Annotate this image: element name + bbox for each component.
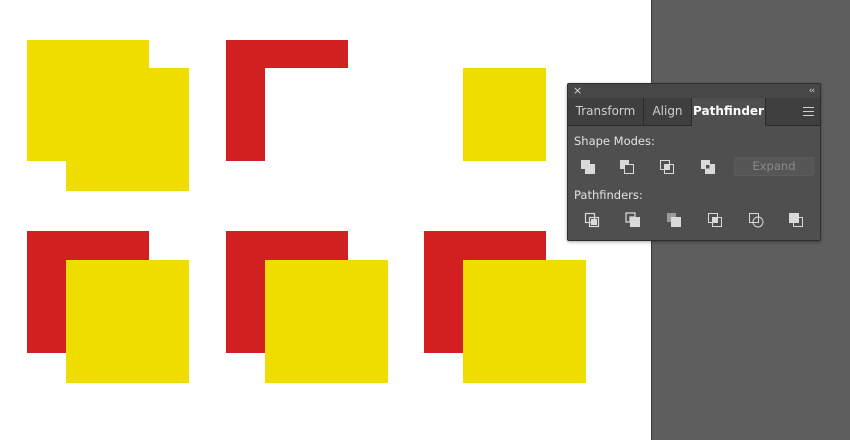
collapse-icon[interactable]: ‹‹: [809, 84, 815, 98]
source-pair-2-yellow-square[interactable]: [265, 260, 388, 383]
minus-front-result-top[interactable]: [226, 40, 348, 68]
merge-icon[interactable]: [663, 209, 685, 231]
unite-result-front[interactable]: [66, 68, 189, 191]
shape-modes-label: Shape Modes:: [574, 134, 655, 148]
intersect-result[interactable]: [463, 68, 546, 161]
expand-button[interactable]: Expand: [734, 157, 814, 176]
panel-header[interactable]: × ‹‹: [568, 84, 820, 98]
minus-front-icon[interactable]: [616, 156, 638, 178]
panel-menu-icon[interactable]: [803, 107, 814, 116]
artboard[interactable]: [0, 0, 651, 440]
intersect-icon[interactable]: [656, 156, 678, 178]
minus-front-result-left[interactable]: [226, 68, 265, 161]
tab-transform[interactable]: Transform: [568, 98, 644, 126]
tab-pathfinder[interactable]: Pathfinder: [692, 98, 766, 126]
minus-back-icon[interactable]: [785, 209, 807, 231]
tab-align[interactable]: Align: [644, 98, 692, 126]
source-pair-3-yellow-square[interactable]: [463, 260, 586, 383]
pathfinders-label: Pathfinders:: [574, 188, 643, 202]
pathfinder-panel: × ‹‹ Transform Align Pathfinder Shape Mo…: [567, 83, 821, 241]
crop-icon[interactable]: [704, 209, 726, 231]
close-icon[interactable]: ×: [573, 84, 582, 98]
divide-icon[interactable]: [581, 209, 603, 231]
exclude-icon[interactable]: [697, 156, 719, 178]
trim-icon[interactable]: [622, 209, 644, 231]
source-pair-1-yellow-square[interactable]: [66, 260, 189, 383]
panel-tabbar: Transform Align Pathfinder: [568, 98, 820, 126]
outline-icon[interactable]: [745, 209, 767, 231]
unite-icon[interactable]: [577, 156, 599, 178]
